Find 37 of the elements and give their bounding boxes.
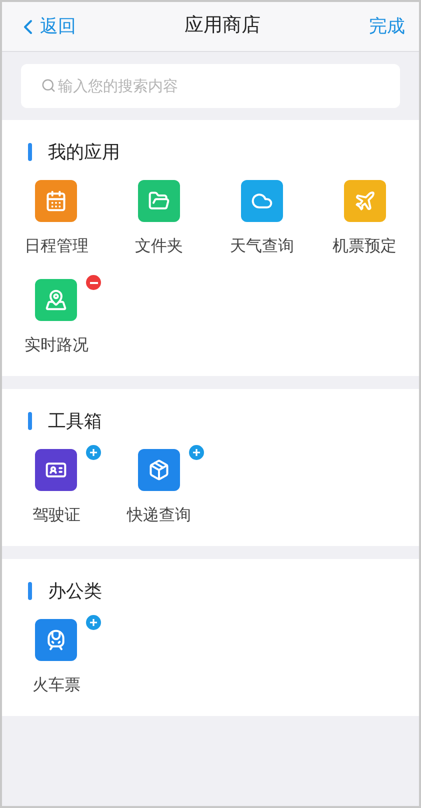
app-tile[interactable] xyxy=(35,449,78,491)
section-marker-icon xyxy=(28,412,32,430)
folder-icon xyxy=(148,190,170,212)
package-icon xyxy=(148,459,170,481)
search-icon xyxy=(41,78,56,93)
app-tile[interactable] xyxy=(138,180,180,222)
plane-icon xyxy=(354,190,376,212)
map-pin-icon xyxy=(45,289,68,311)
done-button[interactable]: 完成 xyxy=(369,13,405,40)
app-label: 快递查询 xyxy=(127,506,192,526)
app-label: 机票预定 xyxy=(332,236,397,257)
app-tile[interactable] xyxy=(35,180,78,222)
app-label: 天气查询 xyxy=(230,236,294,257)
section-marker-icon xyxy=(28,143,32,161)
page-title: 应用商店 xyxy=(184,14,260,38)
app-tile[interactable] xyxy=(138,449,180,491)
section-title: 办公类 xyxy=(48,580,102,602)
app-tile[interactable] xyxy=(35,279,78,321)
app-label: 驾驶证 xyxy=(32,506,80,526)
train-icon xyxy=(45,629,68,651)
calendar-icon xyxy=(45,190,68,212)
add-badge[interactable] xyxy=(86,445,102,460)
section-title: 工具箱 xyxy=(48,410,102,432)
app-tile[interactable] xyxy=(35,619,78,661)
app-label: 火车票 xyxy=(32,676,80,696)
search-field[interactable]: 输入您的搜索内容 xyxy=(21,64,400,108)
app-label: 文件夹 xyxy=(135,236,184,257)
remove-badge[interactable] xyxy=(86,275,102,290)
add-badge[interactable] xyxy=(86,615,102,630)
app-label: 实时路况 xyxy=(24,336,88,356)
add-badge[interactable] xyxy=(189,445,204,460)
app-tile[interactable] xyxy=(344,180,386,222)
section-title: 我的应用 xyxy=(48,140,120,164)
app-tile[interactable] xyxy=(240,180,283,222)
app-label: 日程管理 xyxy=(24,237,88,257)
back-button[interactable]: 返回 xyxy=(16,13,76,40)
section-marker-icon xyxy=(28,582,32,600)
